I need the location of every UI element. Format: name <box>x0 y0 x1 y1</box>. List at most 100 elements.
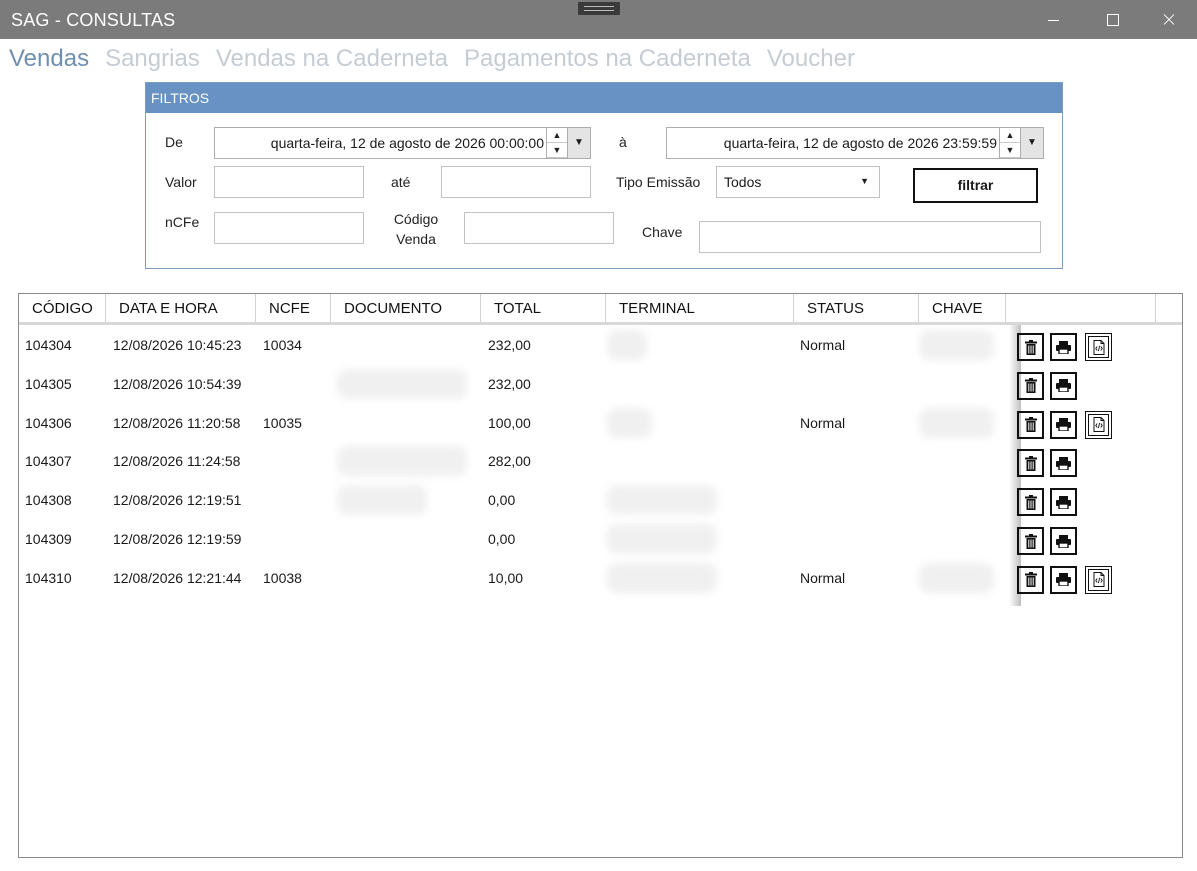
printer-icon <box>1056 379 1071 393</box>
cell-data-hora: 12/08/2026 12:19:59 <box>113 531 242 547</box>
a-datetime-picker[interactable]: quarta-feira, 12 de agosto de 2026 23:59… <box>666 127 1044 159</box>
print-button[interactable] <box>1050 565 1077 594</box>
valor-max-input[interactable] <box>441 166 591 198</box>
spin-down-icon[interactable]: ▼ <box>1000 143 1020 158</box>
cell-status: Normal <box>800 414 846 431</box>
cell-status: Normal <box>800 337 846 353</box>
xml-button[interactable] <box>1085 565 1112 594</box>
printer-icon <box>1056 340 1071 354</box>
redacted-area <box>607 562 717 593</box>
print-button[interactable] <box>1050 410 1077 439</box>
ncfe-input[interactable] <box>214 212 364 244</box>
a-label: à <box>619 134 627 150</box>
cell-data-hora: 12/08/2026 10:54:39 <box>113 375 242 392</box>
print-button[interactable] <box>1050 371 1077 400</box>
printer-icon <box>1056 534 1071 548</box>
print-button[interactable] <box>1050 333 1077 361</box>
xml-file-icon <box>1093 417 1105 433</box>
minimize-button[interactable] <box>1024 0 1082 39</box>
trash-icon <box>1024 417 1037 433</box>
column-header-actions <box>1006 294 1156 322</box>
table-row[interactable]: 104305 12/08/2026 10:54:39 232,00 <box>19 365 1182 404</box>
column-header-terminal[interactable]: TERMINAL <box>606 294 794 322</box>
redacted-area <box>919 407 994 438</box>
maximize-button[interactable] <box>1082 0 1140 39</box>
tab-voucher[interactable]: Voucher <box>767 45 855 73</box>
table-row[interactable]: 104309 12/08/2026 12:19:59 0,00 <box>19 520 1182 559</box>
tipo-emissao-select[interactable]: Todos ▼ <box>716 166 880 198</box>
spin-up-icon[interactable]: ▲ <box>1000 128 1020 143</box>
valor-min-input[interactable] <box>214 166 364 198</box>
cell-total: 0,00 <box>488 492 516 509</box>
cell-codigo: 104306 <box>25 414 72 431</box>
trash-icon <box>1024 494 1037 510</box>
chave-input[interactable] <box>699 221 1041 253</box>
column-header-data-hora[interactable]: DATA E HORA <box>106 294 256 322</box>
table-row[interactable]: 104308 12/08/2026 12:19:51 0,00 <box>19 481 1182 520</box>
de-dropdown-button[interactable]: ▼ <box>567 128 590 158</box>
tab-vendas-caderneta[interactable]: Vendas na Caderneta <box>216 45 448 73</box>
delete-button[interactable] <box>1017 410 1044 439</box>
ate-label: até <box>391 174 411 190</box>
tab-vendas[interactable]: Vendas <box>9 45 89 73</box>
a-dropdown-button[interactable]: ▼ <box>1020 128 1043 158</box>
table-row[interactable]: 104310 12/08/2026 12:21:44 10038 10,00 Norma… <box>19 559 1182 598</box>
chevron-down-icon: ▼ <box>574 137 584 148</box>
spin-up-icon[interactable]: ▲ <box>547 128 567 143</box>
column-header-codigo[interactable]: CÓDIGO <box>19 294 106 322</box>
cell-data-hora: 12/08/2026 11:20:58 <box>113 414 241 431</box>
cell-status: Normal <box>800 569 846 586</box>
cell-total: 0,00 <box>488 531 516 547</box>
column-header-status[interactable]: STATUS <box>794 294 919 322</box>
table-row[interactable]: 104304 12/08/2026 10:45:23 10034 232,00 Norm… <box>19 326 1182 365</box>
tab-sangrias[interactable]: Sangrias <box>105 45 200 73</box>
de-spinner[interactable]: ▲ ▼ <box>546 128 567 158</box>
xml-button[interactable] <box>1085 410 1112 439</box>
xml-button[interactable] <box>1085 333 1112 361</box>
redacted-area <box>607 524 717 554</box>
tipo-emissao-value: Todos <box>724 174 762 190</box>
delete-button[interactable] <box>1017 488 1044 517</box>
column-shadow <box>1009 325 1021 606</box>
cell-ncfe: 10038 <box>263 569 302 586</box>
trash-icon <box>1024 339 1037 355</box>
tab-bar: Vendas Sangrias Vendas na Caderneta Paga… <box>9 45 871 73</box>
print-button[interactable] <box>1050 527 1077 555</box>
column-header-documento[interactable]: DOCUMENTO <box>331 294 481 322</box>
table-row[interactable]: 104306 12/08/2026 11:20:58 10035 100,00 Norm… <box>19 404 1182 443</box>
trash-icon <box>1024 378 1037 394</box>
delete-button[interactable] <box>1017 371 1044 400</box>
column-header-total[interactable]: TOTAL <box>481 294 606 322</box>
column-header-ncfe[interactable]: NCFE <box>256 294 331 322</box>
close-button[interactable] <box>1140 0 1197 39</box>
spin-down-icon[interactable]: ▼ <box>547 143 567 158</box>
tipo-emissao-label: Tipo Emissão <box>616 174 701 190</box>
delete-button[interactable] <box>1017 527 1044 555</box>
print-button[interactable] <box>1050 488 1077 517</box>
redacted-area <box>607 330 647 360</box>
redacted-area <box>919 330 994 360</box>
column-header-chave[interactable]: CHAVE <box>919 294 1006 322</box>
de-datetime-picker[interactable]: quarta-feira, 12 de agosto de 2026 00:00… <box>214 127 591 159</box>
drag-handle[interactable] <box>578 2 620 15</box>
sales-grid[interactable]: CÓDIGO DATA E HORA NCFE DOCUMENTO TOTAL … <box>18 293 1183 858</box>
delete-button[interactable] <box>1017 333 1044 361</box>
trash-icon <box>1024 533 1037 549</box>
chave-label: Chave <box>642 224 683 240</box>
cell-codigo: 104310 <box>25 569 72 586</box>
a-spinner[interactable]: ▲ ▼ <box>999 128 1020 158</box>
redacted-area <box>919 562 994 593</box>
table-row[interactable]: 104307 12/08/2026 11:24:58 282,00 <box>19 442 1182 481</box>
a-datetime-value: quarta-feira, 12 de agosto de 2026 23:59… <box>723 135 997 151</box>
filtrar-button[interactable]: filtrar <box>913 168 1038 203</box>
redacted-area <box>607 407 652 438</box>
tab-pagamentos-caderneta[interactable]: Pagamentos na Caderneta <box>464 45 751 73</box>
chevron-down-icon: ▼ <box>1027 137 1037 148</box>
print-button[interactable] <box>1050 449 1077 478</box>
codigo-venda-input[interactable] <box>464 212 614 244</box>
delete-button[interactable] <box>1017 449 1044 478</box>
cell-data-hora: 12/08/2026 12:19:51 <box>113 492 242 509</box>
cell-total: 10,00 <box>488 569 524 586</box>
cell-codigo: 104305 <box>25 375 72 392</box>
delete-button[interactable] <box>1017 565 1044 594</box>
